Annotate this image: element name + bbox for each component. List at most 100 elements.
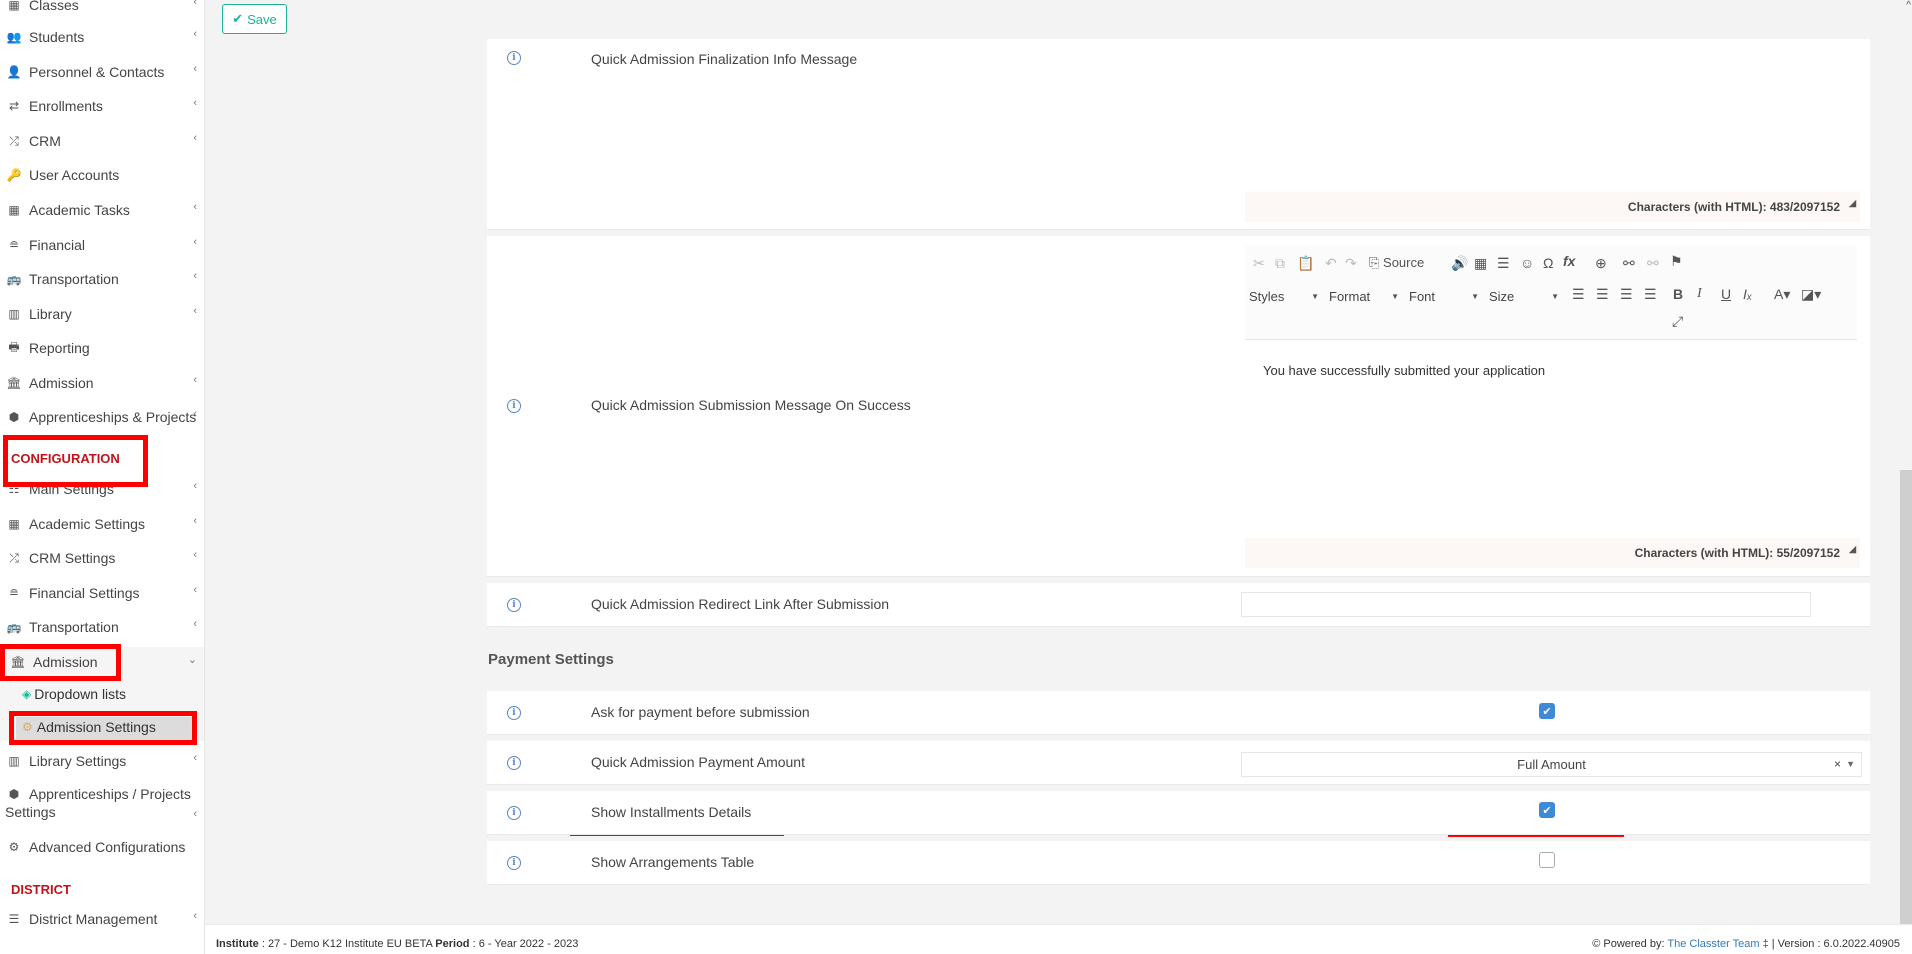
underline-icon[interactable]: U bbox=[1721, 286, 1731, 302]
styles-dropdown[interactable]: Styles ▼ bbox=[1245, 285, 1323, 307]
cut-icon[interactable]: ✂ bbox=[1253, 255, 1265, 272]
sidebar-item-apprenticeships-settings[interactable]: ⬢ Apprenticeships / Projects Settings ‹ bbox=[0, 785, 204, 825]
sidebar-item-dropdown-lists[interactable]: ◈ Dropdown lists bbox=[22, 686, 126, 702]
payment-settings-title: Payment Settings bbox=[488, 651, 614, 668]
caret-down-icon: ▼ bbox=[1311, 291, 1319, 301]
chevron-left-icon: ‹ bbox=[193, 549, 197, 561]
align-right-icon[interactable]: ☰ bbox=[1620, 286, 1633, 303]
sidebar-item-district-management[interactable]: ☰ District Management ‹ bbox=[0, 904, 204, 934]
sidebar-item-personnel[interactable]: 👤 Personnel & Contacts ‹ bbox=[0, 57, 204, 87]
vertical-scrollbar[interactable] bbox=[1900, 470, 1912, 924]
special-char-icon[interactable]: Ω bbox=[1543, 255, 1553, 271]
copy-icon[interactable]: ⧉ bbox=[1275, 255, 1285, 272]
align-justify-icon[interactable]: ☰ bbox=[1644, 286, 1657, 303]
configuration-heading: CONFIGURATION bbox=[11, 451, 120, 466]
students-icon: 👥 bbox=[6, 30, 22, 44]
payment-amount-select[interactable]: Full Amount × ▼ bbox=[1241, 752, 1862, 777]
sidebar-item-classes[interactable]: ▦ Classes ‹ bbox=[0, 0, 204, 20]
gear-icon: ⚙ bbox=[22, 720, 33, 734]
background-color-icon[interactable]: ◪▾ bbox=[1801, 286, 1821, 303]
ask-payment-checkbox[interactable]: ✔ bbox=[1539, 703, 1555, 719]
italic-icon[interactable]: I bbox=[1697, 286, 1702, 302]
sidebar-item-financial[interactable]: ≘ Financial ‹ bbox=[0, 230, 204, 260]
text-color-icon[interactable]: A▾ bbox=[1774, 286, 1790, 303]
redo-icon[interactable]: ↷ bbox=[1345, 255, 1357, 272]
success-char-count: Characters (with HTML): 55/2097152 ◢ bbox=[1245, 538, 1860, 568]
crm-settings-icon: ⤮ bbox=[9, 550, 19, 565]
caret-down-icon: ▼ bbox=[1846, 759, 1855, 769]
chevron-left-icon: ‹ bbox=[193, 618, 197, 630]
sidebar-item-academic-settings[interactable]: ▦ Academic Settings ‹ bbox=[0, 509, 204, 539]
resize-handle-icon[interactable]: ◢ bbox=[1849, 188, 1856, 218]
font-dropdown[interactable]: Font ▼ bbox=[1405, 285, 1483, 307]
sidebar-item-reporting[interactable]: 🖶 Reporting bbox=[0, 333, 204, 363]
info-icon[interactable]: i bbox=[507, 706, 521, 720]
size-dropdown[interactable]: Size ▼ bbox=[1485, 285, 1563, 307]
sidebar-item-transportation[interactable]: 🚌 Transportation ‹ bbox=[0, 264, 204, 294]
paste-icon[interactable]: 📋 bbox=[1297, 255, 1314, 272]
table-icon[interactable]: ▦ bbox=[1474, 255, 1487, 272]
sidebar-item-crm-settings[interactable]: ⤮ CRM Settings ‹ bbox=[0, 543, 204, 573]
sidebar-item-user-accounts[interactable]: 🔑 User Accounts bbox=[0, 160, 204, 190]
flag-icon[interactable]: ⚑ bbox=[1670, 253, 1683, 270]
sidebar-item-admission-config[interactable]: 🏛 Admission ⌄ bbox=[0, 647, 204, 677]
sidebar-item-students[interactable]: 👥 Students ‹ bbox=[0, 22, 204, 52]
save-button[interactable]: ✔ Save bbox=[222, 4, 287, 34]
audio-icon[interactable]: 🔊 bbox=[1451, 255, 1468, 272]
link-icon[interactable]: ⚯ bbox=[1623, 255, 1635, 272]
info-icon[interactable]: i bbox=[507, 399, 521, 413]
chevron-left-icon: ‹ bbox=[193, 910, 197, 922]
installments-checkbox[interactable]: ✔ bbox=[1539, 802, 1555, 818]
check-icon: ✔ bbox=[232, 11, 244, 26]
sidebar-item-admission-settings[interactable]: ⚙ Admission Settings bbox=[22, 719, 156, 735]
globe-icon[interactable]: ⊕ bbox=[1595, 255, 1607, 272]
horizontal-line-icon[interactable]: ☰ bbox=[1497, 255, 1510, 272]
info-icon[interactable]: i bbox=[507, 856, 521, 870]
sidebar-item-financial-settings[interactable]: ≘ Financial Settings ‹ bbox=[0, 578, 204, 608]
align-left-icon[interactable]: ☰ bbox=[1572, 286, 1585, 303]
chevron-left-icon: ‹ bbox=[193, 374, 197, 386]
clear-icon[interactable]: × bbox=[1834, 753, 1841, 776]
info-icon[interactable]: i bbox=[507, 598, 521, 612]
align-center-icon[interactable]: ☰ bbox=[1596, 286, 1609, 303]
chevron-left-icon: ‹ bbox=[193, 480, 197, 492]
classter-team-link[interactable]: The Classter Team bbox=[1667, 938, 1759, 950]
maximize-icon[interactable]: ⤢ bbox=[1672, 313, 1683, 330]
sidebar-item-enrollments[interactable]: ⇄ Enrollments ‹ bbox=[0, 91, 204, 121]
sidebar-item-apprenticeships[interactable]: ⬢ Apprenticeships & Projects ‹ bbox=[0, 402, 204, 432]
bold-icon[interactable]: B bbox=[1673, 286, 1683, 302]
undo-icon[interactable]: ↶ bbox=[1325, 255, 1337, 272]
sidebar-item-crm[interactable]: ⤮ CRM ‹ bbox=[0, 126, 204, 156]
district-heading: DISTRICT bbox=[11, 882, 71, 897]
institution-icon: 🏛 bbox=[6, 376, 22, 390]
chevron-down-icon: ⌄ bbox=[187, 654, 197, 666]
source-button[interactable]: ⎘ Source bbox=[1369, 255, 1424, 271]
sidebar-item-library[interactable]: ▥ Library ‹ bbox=[0, 299, 204, 329]
chevron-left-icon: ‹ bbox=[193, 584, 197, 596]
smiley-icon[interactable]: ☺ bbox=[1520, 255, 1534, 271]
info-icon[interactable]: i bbox=[507, 756, 521, 770]
sidebar-item-main-settings[interactable]: ☷ Main Settings ‹ bbox=[0, 474, 204, 504]
cube-icon: ⬢ bbox=[8, 410, 20, 424]
success-message-editor[interactable]: You have successfully submitted your app… bbox=[1263, 363, 1545, 378]
success-message-label: Quick Admission Submission Message On Su… bbox=[591, 397, 911, 413]
arrangements-checkbox[interactable] bbox=[1539, 852, 1555, 868]
remove-format-icon[interactable]: Iₓ bbox=[1743, 286, 1752, 302]
info-icon[interactable]: i bbox=[507, 51, 521, 65]
bus-icon: 🚌 bbox=[6, 272, 22, 286]
sidebar-item-advanced-configurations[interactable]: ⚙ Advanced Configurations bbox=[0, 832, 204, 862]
chevron-left-icon: ‹ bbox=[193, 236, 197, 248]
info-icon[interactable]: i bbox=[507, 806, 521, 820]
sidebar-item-library-settings[interactable]: ▥ Library Settings ‹ bbox=[0, 746, 204, 776]
formula-icon[interactable]: fx bbox=[1563, 253, 1575, 269]
resize-handle-icon[interactable]: ◢ bbox=[1849, 534, 1856, 564]
format-dropdown[interactable]: Format ▼ bbox=[1325, 285, 1403, 307]
sidebar-item-transportation-settings[interactable]: 🚌 Transportation ‹ bbox=[0, 612, 204, 642]
list-icon: ☰ bbox=[8, 912, 20, 926]
redirect-link-input[interactable] bbox=[1241, 592, 1811, 617]
sidebar-item-admission[interactable]: 🏛 Admission ‹ bbox=[0, 368, 204, 398]
scroll-up-icon[interactable]: ^ bbox=[1906, 0, 1911, 11]
sidebar-item-academic-tasks[interactable]: ▦ Academic Tasks ‹ bbox=[0, 195, 204, 225]
redirect-link-label: Quick Admission Redirect Link After Subm… bbox=[591, 596, 890, 612]
unlink-icon[interactable]: ⚯ bbox=[1647, 255, 1659, 272]
